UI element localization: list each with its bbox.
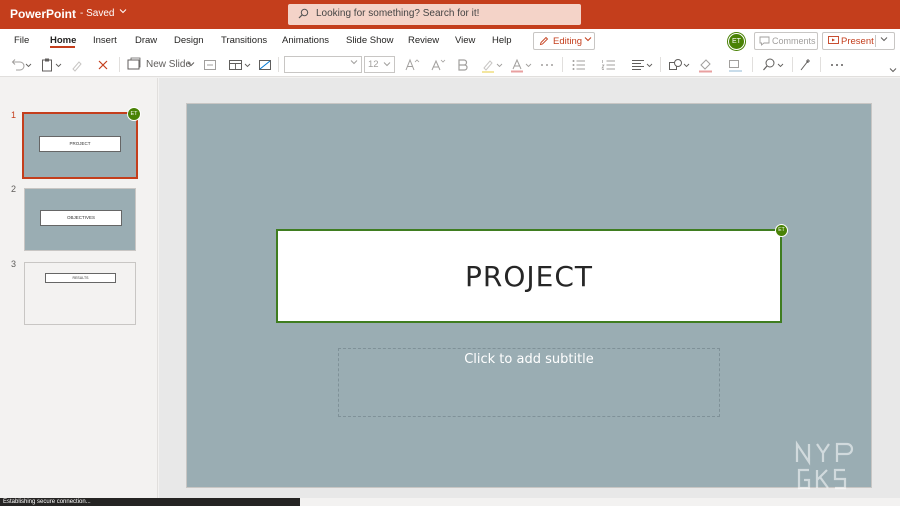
font-family-select[interactable] bbox=[284, 56, 362, 73]
slide-thumbnail[interactable]: PROJECT bbox=[22, 112, 138, 179]
font-color-icon[interactable] bbox=[510, 57, 536, 73]
tab-view[interactable]: View bbox=[455, 35, 475, 46]
subtitle-placeholder-text: Click to add subtitle bbox=[464, 352, 594, 367]
undo-icon[interactable] bbox=[10, 57, 32, 73]
more-options-icon[interactable] bbox=[829, 57, 845, 73]
tab-animations[interactable]: Animations bbox=[282, 35, 329, 46]
coauthor-badge: ET bbox=[775, 224, 788, 237]
new-slide-button[interactable]: New Slide bbox=[127, 57, 195, 73]
shape-fill-icon[interactable] bbox=[698, 57, 714, 73]
bullets-icon[interactable] bbox=[571, 57, 587, 73]
delete-icon[interactable] bbox=[96, 57, 110, 73]
thumbnail-title: OBJECTIVES bbox=[40, 210, 122, 226]
app-name[interactable]: PowerPoint bbox=[10, 7, 76, 21]
divider bbox=[820, 57, 821, 72]
comment-icon bbox=[759, 36, 770, 46]
present-button[interactable]: Present bbox=[822, 32, 895, 50]
thumbnail-title: RESULTS bbox=[45, 273, 116, 283]
divider bbox=[278, 57, 279, 72]
align-icon[interactable] bbox=[631, 57, 657, 73]
divider bbox=[562, 57, 563, 72]
chevron-down-icon[interactable] bbox=[119, 7, 127, 18]
divider bbox=[660, 57, 661, 72]
slide-thumbnail[interactable]: OBJECTIVES bbox=[24, 188, 136, 251]
shapes-icon[interactable] bbox=[668, 57, 694, 73]
editing-label: Editing bbox=[553, 36, 583, 47]
tab-file[interactable]: File bbox=[14, 35, 29, 46]
user-avatar[interactable]: ET bbox=[728, 33, 745, 50]
present-icon bbox=[828, 36, 839, 46]
bold-icon[interactable] bbox=[456, 57, 470, 73]
font-size-select[interactable]: 12 bbox=[364, 56, 395, 73]
tab-insert[interactable]: Insert bbox=[93, 35, 117, 46]
format-painter-icon[interactable] bbox=[70, 57, 86, 73]
chevron-down-icon bbox=[584, 35, 592, 46]
slide-number: 2 bbox=[11, 184, 17, 194]
find-icon[interactable] bbox=[762, 57, 788, 73]
bottom-strip bbox=[300, 498, 900, 506]
numbering-icon[interactable] bbox=[601, 57, 617, 73]
tab-home[interactable]: Home bbox=[50, 35, 76, 46]
comments-label: Comments bbox=[772, 36, 816, 46]
more-font-options-icon[interactable] bbox=[540, 57, 554, 73]
search-input[interactable]: Looking for something? Search for it! bbox=[288, 4, 581, 25]
tab-transitions[interactable]: Transitions bbox=[221, 35, 267, 46]
chevron-down-icon bbox=[350, 58, 358, 68]
reuse-slides-icon[interactable] bbox=[203, 57, 217, 73]
coauthor-badge: ET bbox=[127, 107, 141, 121]
watermark-logo bbox=[795, 440, 854, 490]
arrange-icon[interactable] bbox=[728, 57, 744, 73]
split-divider bbox=[875, 35, 876, 47]
thumbnail-title: PROJECT bbox=[39, 136, 121, 152]
new-slide-label: New Slide bbox=[146, 59, 192, 70]
divider bbox=[119, 57, 120, 72]
title-bar: PowerPoint - Saved Looking for something… bbox=[0, 0, 900, 29]
comments-button[interactable]: Comments bbox=[754, 32, 818, 50]
designer-icon[interactable] bbox=[799, 57, 813, 73]
search-icon bbox=[298, 8, 309, 19]
tab-draw[interactable]: Draw bbox=[135, 35, 157, 46]
chevron-down-icon[interactable] bbox=[880, 35, 888, 45]
shrink-font-icon[interactable] bbox=[430, 57, 446, 73]
tab-review[interactable]: Review bbox=[408, 35, 439, 46]
tab-slide-show[interactable]: Slide Show bbox=[346, 35, 394, 46]
editing-mode-button[interactable]: Editing bbox=[533, 32, 595, 50]
title-placeholder[interactable]: PROJECT bbox=[276, 229, 782, 323]
slide-number: 3 bbox=[11, 259, 17, 269]
tab-design[interactable]: Design bbox=[174, 35, 204, 46]
present-label: Present bbox=[841, 36, 874, 47]
saved-status[interactable]: - Saved bbox=[80, 8, 114, 19]
clipboard-icon[interactable] bbox=[40, 57, 64, 73]
subtitle-placeholder[interactable]: Click to add subtitle bbox=[338, 348, 720, 417]
pencil-icon bbox=[539, 36, 549, 46]
grow-font-icon[interactable] bbox=[404, 57, 420, 73]
layout-icon[interactable] bbox=[228, 57, 254, 73]
picture-icon[interactable] bbox=[258, 57, 272, 73]
ribbon-toolbar: New Slide 12 bbox=[0, 53, 900, 77]
active-tab-indicator bbox=[50, 46, 75, 48]
search-placeholder: Looking for something? Search for it! bbox=[316, 8, 480, 19]
tab-help[interactable]: Help bbox=[492, 35, 512, 46]
slide-thumbnail[interactable]: RESULTS bbox=[24, 262, 136, 325]
chevron-down-icon bbox=[383, 60, 391, 70]
font-size-value: 12 bbox=[368, 59, 379, 70]
divider bbox=[752, 57, 753, 72]
slide-title[interactable]: PROJECT bbox=[278, 260, 780, 293]
chevron-down-icon bbox=[187, 60, 195, 68]
highlight-icon[interactable] bbox=[481, 57, 507, 73]
divider bbox=[792, 57, 793, 72]
status-bar: Establishing secure connection... bbox=[0, 498, 300, 506]
chevron-down-icon[interactable] bbox=[889, 66, 897, 76]
slide-number: 1 bbox=[11, 110, 17, 120]
